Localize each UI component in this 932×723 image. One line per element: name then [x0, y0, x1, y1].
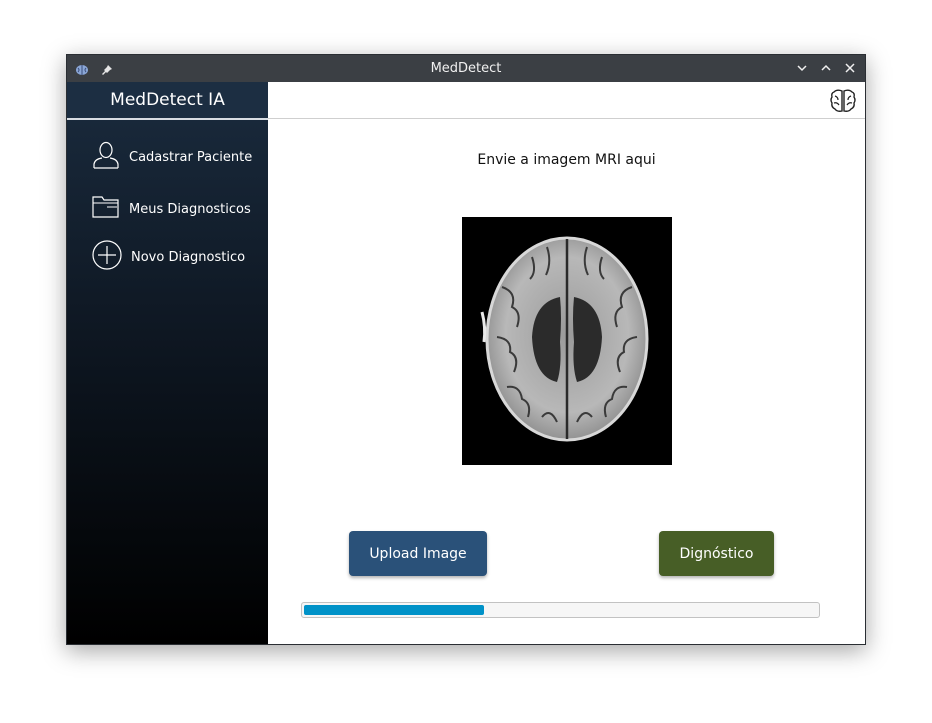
progress-fill	[304, 605, 484, 615]
sidebar-item-novo-diagnostico[interactable]: Novo Diagnostico	[91, 239, 245, 275]
sidebar: MedDetect IA Cadastrar Paciente Meus Dia…	[67, 82, 268, 644]
brain-icon[interactable]	[829, 88, 857, 114]
sidebar-item-label: Novo Diagnostico	[131, 249, 246, 265]
close-icon	[845, 63, 855, 73]
app-icon	[75, 61, 89, 80]
title-bar[interactable]: MedDetect	[67, 55, 865, 82]
top-strip	[268, 82, 865, 119]
window-title: MedDetect	[430, 61, 502, 76]
upload-prompt: Envie a imagem MRI aqui	[477, 152, 656, 168]
diagnose-button[interactable]: Dignóstico	[659, 531, 774, 576]
sidebar-item-label: Cadastrar Paciente	[129, 149, 253, 165]
sidebar-title: MedDetect IA	[67, 82, 268, 120]
sidebar-item-cadastrar-paciente[interactable]: Cadastrar Paciente	[91, 140, 252, 174]
minimize-button[interactable]	[793, 59, 811, 77]
sidebar-item-label: Meus Diagnosticos	[129, 201, 251, 217]
pin-icon[interactable]	[101, 61, 113, 80]
upload-image-button[interactable]: Upload Image	[349, 531, 487, 576]
maximize-button[interactable]	[817, 59, 835, 77]
close-button[interactable]	[841, 59, 859, 77]
app-window: MedDetect MedDetect IA Cadastrar Pacient…	[66, 54, 866, 645]
sidebar-item-meus-diagnosticos[interactable]: Meus Diagnosticos	[91, 194, 251, 224]
main-panel: Envie a imagem MRI aqui Upload Image Dig…	[268, 119, 865, 644]
folder-icon	[91, 194, 121, 224]
chevron-down-icon	[797, 65, 807, 72]
user-icon	[91, 140, 121, 174]
progress-bar	[301, 602, 820, 618]
plus-circle-icon	[91, 239, 123, 275]
mri-image	[462, 217, 672, 465]
chevron-up-icon	[821, 64, 831, 71]
